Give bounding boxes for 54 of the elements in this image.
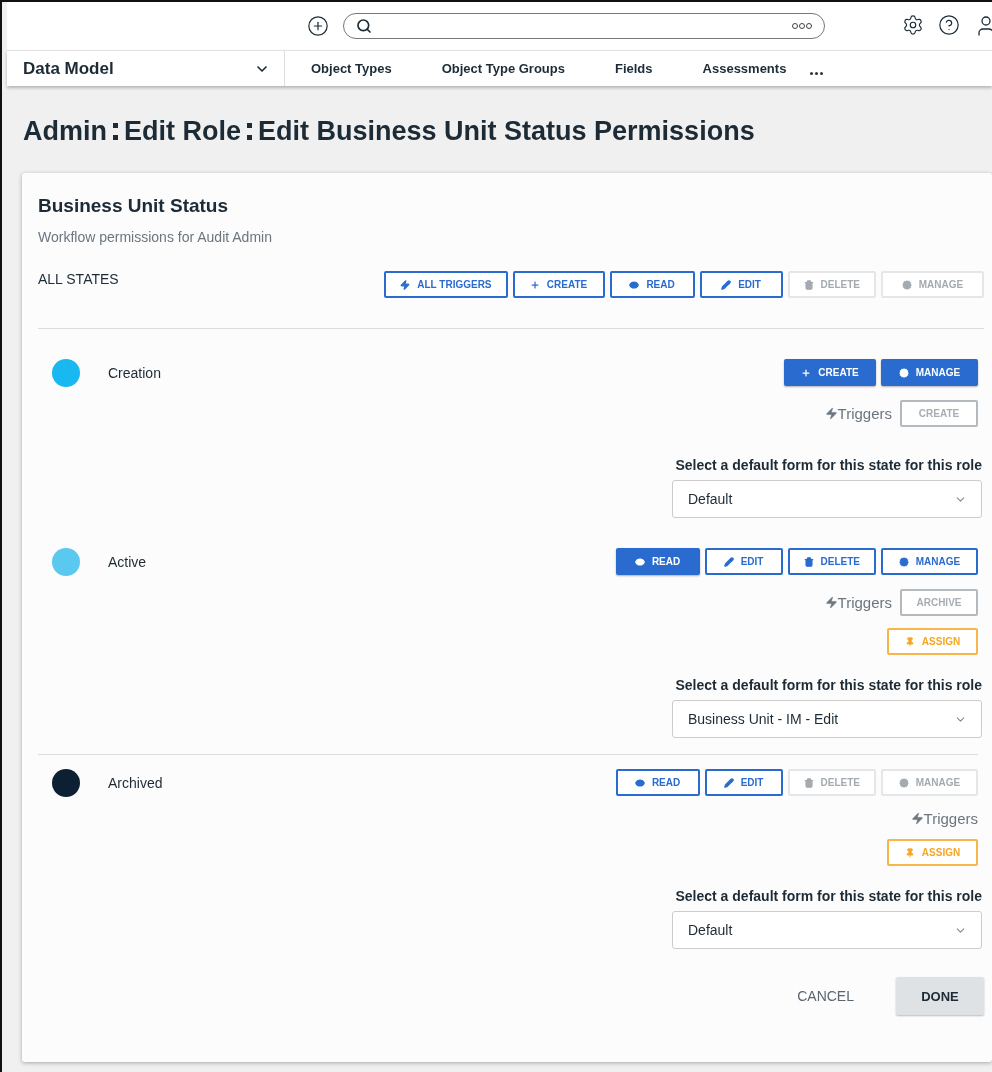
nav-tab[interactable]: Object Type Groups	[441, 61, 565, 76]
form-label: Select a default form for this state for this role	[675, 888, 982, 904]
pencil-icon	[723, 556, 734, 567]
pencil-icon	[723, 777, 734, 788]
trash-icon	[803, 777, 814, 788]
more-icon[interactable]	[810, 72, 824, 75]
create-button[interactable]: CREATE	[512, 271, 605, 298]
module-dropdown[interactable]: Data Model	[7, 51, 285, 86]
state-name: Archived	[108, 774, 163, 791]
pencil-icon	[721, 279, 732, 290]
edit-button[interactable]: EDIT	[704, 548, 783, 575]
form-select[interactable]: Default	[672, 480, 982, 518]
delete-button[interactable]: DELETE	[787, 548, 876, 575]
page-title: Admin Edit Role Edit Business Unit Status Permissions	[23, 116, 756, 147]
triggers-label: Triggers	[824, 594, 892, 611]
triggers-label: Triggers	[910, 810, 978, 827]
settings-icon[interactable]	[902, 14, 924, 36]
cancel-button[interactable]: CANCEL	[791, 987, 860, 1005]
search-icon	[356, 18, 372, 34]
card-title: Business Unit Status	[38, 195, 230, 217]
all-states-label: ALL STATES	[38, 271, 119, 287]
trash-icon	[803, 556, 814, 567]
bolt-icon	[400, 279, 411, 290]
card-subtitle: Workflow permissions for Audit Admin	[38, 229, 273, 245]
read-button[interactable]: READ	[609, 271, 695, 298]
manage-button[interactable]: MANAGE	[881, 548, 978, 575]
done-button[interactable]: DONE	[896, 977, 984, 1015]
form-select[interactable]: Default	[672, 911, 982, 949]
bolt-icon	[824, 407, 838, 420]
bolt-icon	[824, 596, 838, 609]
plus-icon	[801, 367, 812, 378]
nav-tab[interactable]: Fields	[614, 61, 653, 76]
add-icon[interactable]	[307, 15, 329, 37]
form-label: Select a default form for this state for this role	[675, 457, 982, 473]
state-name: Creation	[108, 364, 161, 381]
pin-icon	[904, 847, 915, 858]
state-name: Active	[108, 553, 147, 570]
nav-tab[interactable]: Object Types	[311, 61, 392, 76]
edit-button[interactable]: EDIT	[699, 271, 783, 298]
all-triggers-button[interactable]: ALL TRIGGERS	[384, 271, 508, 298]
form-label: Select a default form for this state for this role	[675, 677, 982, 693]
read-button[interactable]: READ	[615, 769, 700, 796]
create-button[interactable]: CREATE	[784, 359, 876, 386]
help-icon[interactable]	[938, 14, 960, 36]
trash-icon	[803, 279, 814, 290]
bolt-icon	[910, 812, 924, 825]
read-button[interactable]: READ	[615, 548, 700, 575]
triggers-label: Triggers	[824, 405, 892, 422]
pin-icon	[904, 636, 915, 647]
plus-icon	[529, 279, 540, 290]
manage-button[interactable]: MANAGE	[881, 359, 978, 386]
nav-tab[interactable]: Assessments	[702, 61, 787, 76]
form-select[interactable]: Business Unit - IM - Edit	[672, 700, 982, 738]
edit-button[interactable]: EDIT	[704, 769, 783, 796]
